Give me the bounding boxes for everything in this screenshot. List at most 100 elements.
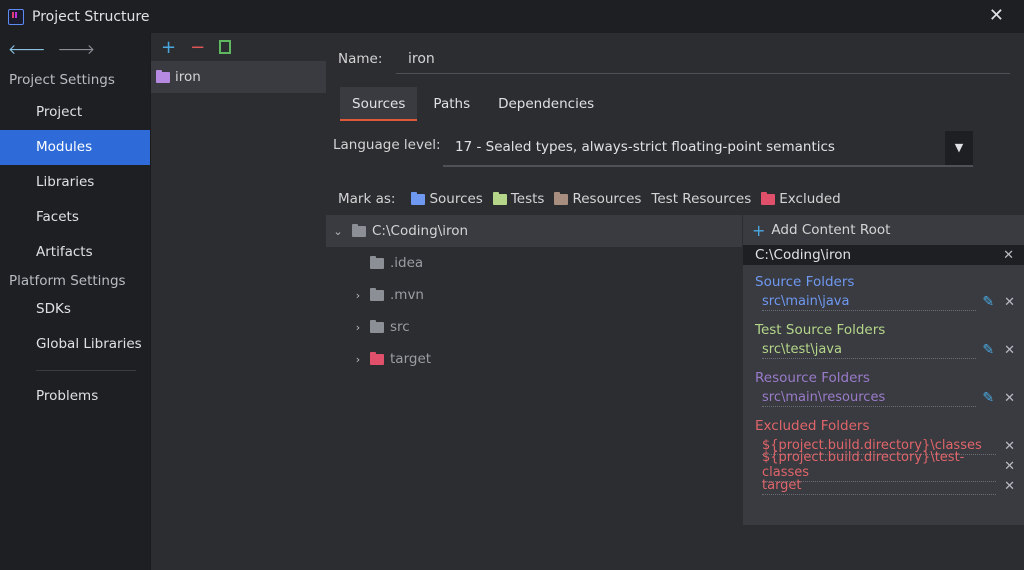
add-content-root-button[interactable]: + Add Content Root: [743, 215, 1024, 245]
chevron-down-icon[interactable]: ⌄: [332, 225, 344, 238]
chevron-right-icon[interactable]: ›: [352, 321, 364, 334]
add-module-icon[interactable]: +: [161, 37, 176, 58]
resource-folder-path: src\main\resources: [762, 390, 976, 407]
nav-item-artifacts[interactable]: Artifacts: [0, 235, 150, 270]
remove-module-icon[interactable]: −: [190, 37, 205, 58]
mark-excluded-button[interactable]: Excluded: [761, 191, 841, 207]
tab-sources[interactable]: Sources: [340, 87, 418, 121]
mark-resources-label: Resources: [572, 191, 642, 207]
remove-entry-icon[interactable]: ✕: [1004, 343, 1015, 358]
nav-item-global-libraries[interactable]: Global Libraries: [0, 327, 150, 362]
tree-label: src: [390, 319, 410, 335]
resource-folder-entry: src\main\resources ✎ ✕: [755, 388, 1024, 408]
tree-row-src[interactable]: › src: [326, 311, 742, 343]
plus-icon: +: [752, 220, 766, 240]
close-icon[interactable]: ✕: [989, 5, 1004, 26]
remove-entry-icon[interactable]: ✕: [1004, 439, 1015, 454]
edit-pencil-icon[interactable]: ✎: [982, 294, 994, 310]
settings-nav: 🡐 🡒 Project Settings Project Modules Lib…: [0, 33, 150, 570]
mark-excluded-label: Excluded: [779, 191, 841, 207]
forward-arrow-icon[interactable]: 🡒: [58, 41, 96, 58]
test-source-folders-title: Test Source Folders: [755, 322, 886, 338]
resource-folders-section: Resource Folders src\main\resources ✎ ✕: [743, 360, 1024, 408]
folder-icon: [370, 255, 384, 269]
tree-row-idea[interactable]: .idea: [326, 247, 742, 279]
module-name: iron: [175, 69, 201, 85]
edit-pencil-icon[interactable]: ✎: [982, 342, 994, 358]
module-name-input[interactable]: iron: [396, 46, 1010, 74]
tree-row-target[interactable]: › target: [326, 343, 742, 375]
chevron-right-icon[interactable]: ›: [352, 353, 364, 366]
test-source-folder-path: src\test\java: [762, 342, 976, 359]
mark-tests-label: Tests: [510, 191, 545, 207]
remove-entry-icon[interactable]: ✕: [1004, 479, 1015, 494]
tree-label: target: [390, 351, 432, 367]
remove-root-icon[interactable]: ✕: [1003, 248, 1014, 263]
mark-sources-label: Sources: [429, 191, 483, 207]
nav-item-libraries[interactable]: Libraries: [0, 165, 150, 200]
nav-item-sdks[interactable]: SDKs: [0, 292, 150, 327]
tree-row-root[interactable]: ⌄ C:\Coding\iron: [326, 215, 742, 247]
modules-list-panel: + − iron: [150, 33, 326, 570]
module-settings-panel: Name: iron Sources Paths Dependencies La…: [326, 33, 1024, 570]
nav-divider: [36, 370, 136, 371]
copy-module-icon[interactable]: [219, 40, 232, 54]
excluded-folders-title: Excluded Folders: [755, 418, 870, 434]
tree-label: .mvn: [390, 287, 424, 303]
nav-item-facets[interactable]: Facets: [0, 200, 150, 235]
title-bar: Project Structure ✕: [0, 0, 1024, 33]
folder-icon: [370, 287, 384, 301]
language-level-select[interactable]: 17 - Sealed types, always-strict floatin…: [443, 131, 973, 167]
module-row-iron[interactable]: iron: [151, 61, 326, 93]
tree-label: .idea: [390, 255, 424, 271]
excluded-folder-path: target: [762, 478, 996, 495]
test-source-folder-entry: src\test\java ✎ ✕: [755, 340, 1024, 360]
entry-actions: ✎ ✕: [982, 342, 1015, 358]
mark-resources-button[interactable]: Resources: [554, 191, 641, 207]
language-level-row: Language level: 17 - Sealed types, alway…: [333, 131, 973, 167]
tree-row-mvn[interactable]: › .mvn: [326, 279, 742, 311]
folder-icon: [352, 223, 366, 237]
tests-folder-icon: [492, 191, 507, 205]
intellij-app-icon: [8, 8, 24, 25]
name-label: Name:: [338, 51, 383, 67]
add-content-root-label: Add Content Root: [771, 222, 891, 238]
content-root-path: C:\Coding\iron: [755, 247, 852, 263]
source-folders-title: Source Folders: [755, 274, 855, 290]
excluded-folder-icon: [370, 351, 384, 365]
test-source-folders-section: Test Source Folders src\test\java ✎ ✕: [743, 312, 1024, 360]
source-folder-entry: src\main\java ✎ ✕: [755, 292, 1024, 312]
mark-test-resources-label: Test Resources: [651, 191, 752, 207]
mark-as-label: Mark as:: [338, 191, 396, 207]
remove-entry-icon[interactable]: ✕: [1004, 295, 1015, 310]
language-level-value: 17 - Sealed types, always-strict floatin…: [455, 139, 835, 155]
excluded-folder-entry: ${project.build.directory}\test-classes …: [755, 450, 1024, 482]
content-root-path-row: C:\Coding\iron ✕: [743, 245, 1024, 265]
chevron-right-icon[interactable]: ›: [352, 289, 364, 302]
tab-dependencies[interactable]: Dependencies: [486, 87, 606, 121]
back-arrow-icon[interactable]: 🡐: [8, 41, 46, 58]
entry-actions: ✎ ✕: [982, 390, 1015, 406]
modules-toolbar: + −: [151, 33, 326, 61]
chevron-down-icon[interactable]: ▼: [945, 131, 973, 165]
mark-tests-button[interactable]: Tests: [492, 191, 545, 207]
resource-folders-title: Resource Folders: [755, 370, 870, 386]
mark-test-resources-button[interactable]: Test Resources: [651, 191, 751, 207]
sources-folder-icon: [411, 191, 426, 205]
remove-entry-icon[interactable]: ✕: [1004, 391, 1015, 406]
language-level-label: Language level:: [333, 137, 441, 153]
nav-item-modules[interactable]: Modules: [0, 130, 150, 165]
window-title: Project Structure: [32, 8, 150, 25]
entry-actions: ✎ ✕: [982, 294, 1015, 310]
name-row: Name: iron: [338, 51, 1010, 74]
edit-pencil-icon[interactable]: ✎: [982, 390, 994, 406]
source-folder-path: src\main\java: [762, 294, 976, 311]
module-folder-icon: [156, 69, 170, 83]
nav-item-problems[interactable]: Problems: [0, 379, 150, 414]
resources-folder-icon: [554, 191, 569, 205]
mark-sources-button[interactable]: Sources: [411, 191, 483, 207]
remove-entry-icon[interactable]: ✕: [1004, 459, 1015, 474]
tab-paths[interactable]: Paths: [421, 87, 482, 121]
source-folders-section: Source Folders src\main\java ✎ ✕: [743, 265, 1024, 312]
nav-item-project[interactable]: Project: [0, 95, 150, 130]
